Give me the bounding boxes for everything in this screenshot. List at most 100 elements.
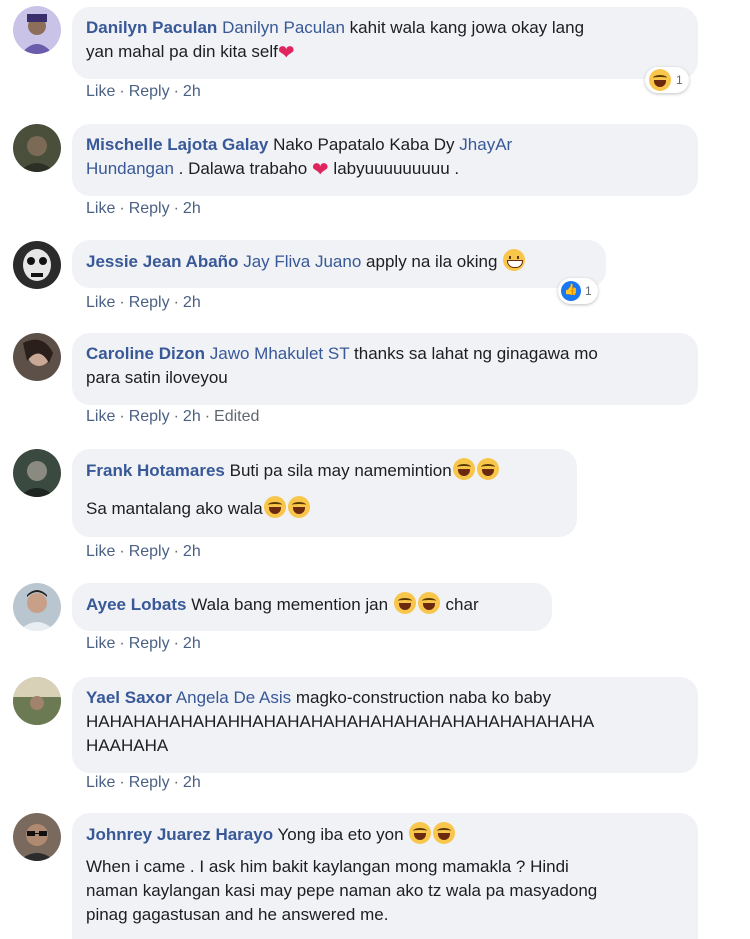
reply-button[interactable]: Reply <box>129 408 170 425</box>
avatar[interactable] <box>13 124 61 172</box>
reply-button[interactable]: Reply <box>129 635 170 652</box>
comment-bubble: Danilyn Paculan Danilyn Paculan kahit wa… <box>72 7 698 79</box>
comment-text: Wala bang memention jan <box>191 595 389 614</box>
comment-author[interactable]: Yael Saxor <box>86 688 172 707</box>
timestamp[interactable]: 2h <box>183 83 201 100</box>
like-button[interactable]: Like <box>86 635 115 652</box>
comment-author[interactable]: Ayee Lobats <box>86 595 186 614</box>
laugh-emoji-icon <box>417 592 440 614</box>
comment-bubble: Yael Saxor Angela De Asis magko-construc… <box>72 677 698 773</box>
comment-author[interactable]: Caroline Dizon <box>86 344 205 363</box>
timestamp[interactable]: 2h <box>183 635 201 652</box>
comment-actions: Like · Reply · 2h · Edited <box>86 408 259 426</box>
like-button[interactable]: Like <box>86 774 115 791</box>
reply-button[interactable]: Reply <box>129 774 170 791</box>
comment-text: apply na ila oking <box>366 252 498 271</box>
like-reaction-icon <box>561 281 581 301</box>
comment-bubble: Frank Hotamares Buti pa sila may namemin… <box>72 449 577 537</box>
mention-link[interactable]: Hundangan <box>86 159 174 178</box>
comment-bubble: Jessie Jean Abaño Jay Fliva Juano apply … <box>72 240 606 288</box>
comment-author[interactable]: Jessie Jean Abaño <box>86 252 238 271</box>
comment-text: HAAHAHA <box>86 736 169 755</box>
avatar[interactable] <box>13 677 61 725</box>
comment-text: HAHAHAHAHAHAHHAHAHAHAHAHAHAHAHAHAHAHAHAH… <box>86 712 595 731</box>
comment-author[interactable]: Mischelle Lajota Galay <box>86 135 268 154</box>
mention-link[interactable]: JhayAr <box>459 135 512 154</box>
timestamp[interactable]: 2h <box>183 294 201 311</box>
separator-dot: · <box>173 635 179 652</box>
laugh-emoji-icon <box>476 458 499 480</box>
like-button[interactable]: Like <box>86 83 115 100</box>
separator-dot: · <box>119 543 125 560</box>
haha-reaction-icon <box>649 69 671 91</box>
separator-dot: · <box>173 294 179 311</box>
comment-text: kahit wala kang jowa okay lang <box>349 18 585 37</box>
separator-dot: · <box>119 774 125 791</box>
reply-button[interactable]: Reply <box>129 200 170 217</box>
reaction-count: 1 <box>585 284 592 298</box>
separator-dot: · <box>173 408 179 425</box>
comment-bubble: Johnrey Juarez Harayo Yong iba eto yon W… <box>72 813 698 939</box>
laugh-emoji-icon <box>452 458 475 480</box>
comment-text: Yong iba eto yon <box>277 825 404 844</box>
timestamp[interactable]: 2h <box>183 774 201 791</box>
like-button[interactable]: Like <box>86 200 115 217</box>
comment-actions: Like · Reply · 2h <box>86 294 201 312</box>
edited-label[interactable]: Edited <box>214 408 259 425</box>
comment-actions: Like · Reply · 2h <box>86 635 201 653</box>
mention-link[interactable]: Jay Fliva Juano <box>243 252 361 271</box>
comment-text: thanks sa lahat ng ginagawa mo <box>354 344 598 363</box>
avatar[interactable] <box>13 333 61 381</box>
mention-link[interactable]: Angela De Asis <box>176 688 291 707</box>
separator-dot: · <box>204 408 211 425</box>
reply-button[interactable]: Reply <box>129 83 170 100</box>
comment-actions: Like · Reply · 2h <box>86 83 201 101</box>
separator-dot: · <box>173 774 179 791</box>
comment-text: Nako Papatalo Kaba Dy <box>273 135 455 154</box>
comment-bubble: Mischelle Lajota Galay Nako Papatalo Kab… <box>72 124 698 196</box>
avatar[interactable] <box>13 6 61 54</box>
laugh-emoji-icon <box>409 822 432 844</box>
comment-text: Buti pa sila may namemintion <box>229 461 452 480</box>
timestamp[interactable]: 2h <box>183 543 201 560</box>
comment-author[interactable]: Johnrey Juarez Harayo <box>86 825 273 844</box>
separator-dot: · <box>119 408 125 425</box>
avatar[interactable] <box>13 813 61 861</box>
timestamp[interactable]: 2h <box>183 200 201 217</box>
reaction-count-badge[interactable]: 1 <box>558 278 598 304</box>
reaction-count-badge[interactable]: 1 <box>645 67 689 93</box>
avatar[interactable] <box>13 449 61 497</box>
heart-icon: ❤ <box>311 159 329 181</box>
comment-text: para satin iloveyou <box>86 368 228 387</box>
separator-dot: · <box>119 83 125 100</box>
heart-icon: ❤ <box>277 42 295 64</box>
comment-actions: Like · Reply · 2h <box>86 200 201 218</box>
avatar[interactable] <box>13 241 61 289</box>
comment-author[interactable]: Danilyn Paculan <box>86 18 217 37</box>
mention-link[interactable]: Danilyn Paculan <box>222 18 345 37</box>
like-button[interactable]: Like <box>86 408 115 425</box>
comment-text: Sa mantalang ako wala <box>86 499 263 518</box>
laugh-emoji-icon <box>263 496 286 518</box>
comment-author[interactable]: Frank Hotamares <box>86 461 225 480</box>
like-button[interactable]: Like <box>86 543 115 560</box>
comment-text: labyuuuuuuuuu . <box>333 159 460 178</box>
comment-text: magko-construction naba ko baby <box>295 688 551 707</box>
comment-bubble: Ayee Lobats Wala bang memention jan char <box>72 583 552 631</box>
like-button[interactable]: Like <box>86 294 115 311</box>
comment-actions: Like · Reply · 2h <box>86 543 201 561</box>
grin-emoji-icon <box>503 249 526 271</box>
reaction-count: 1 <box>676 73 683 87</box>
comment-text: char <box>445 595 479 614</box>
timestamp[interactable]: 2h <box>183 408 201 425</box>
reply-button[interactable]: Reply <box>129 543 170 560</box>
comment-text: pinag gagastusan and he answered me. <box>86 905 389 924</box>
comment-bubble: Caroline Dizon Jawo Mhakulet ST thanks s… <box>72 333 698 405</box>
separator-dot: · <box>119 294 125 311</box>
avatar[interactable] <box>13 583 61 631</box>
separator-dot: · <box>173 83 179 100</box>
mention-link[interactable]: Jawo Mhakulet ST <box>210 344 350 363</box>
laugh-emoji-icon <box>287 496 310 518</box>
laugh-emoji-icon <box>433 822 456 844</box>
reply-button[interactable]: Reply <box>129 294 170 311</box>
